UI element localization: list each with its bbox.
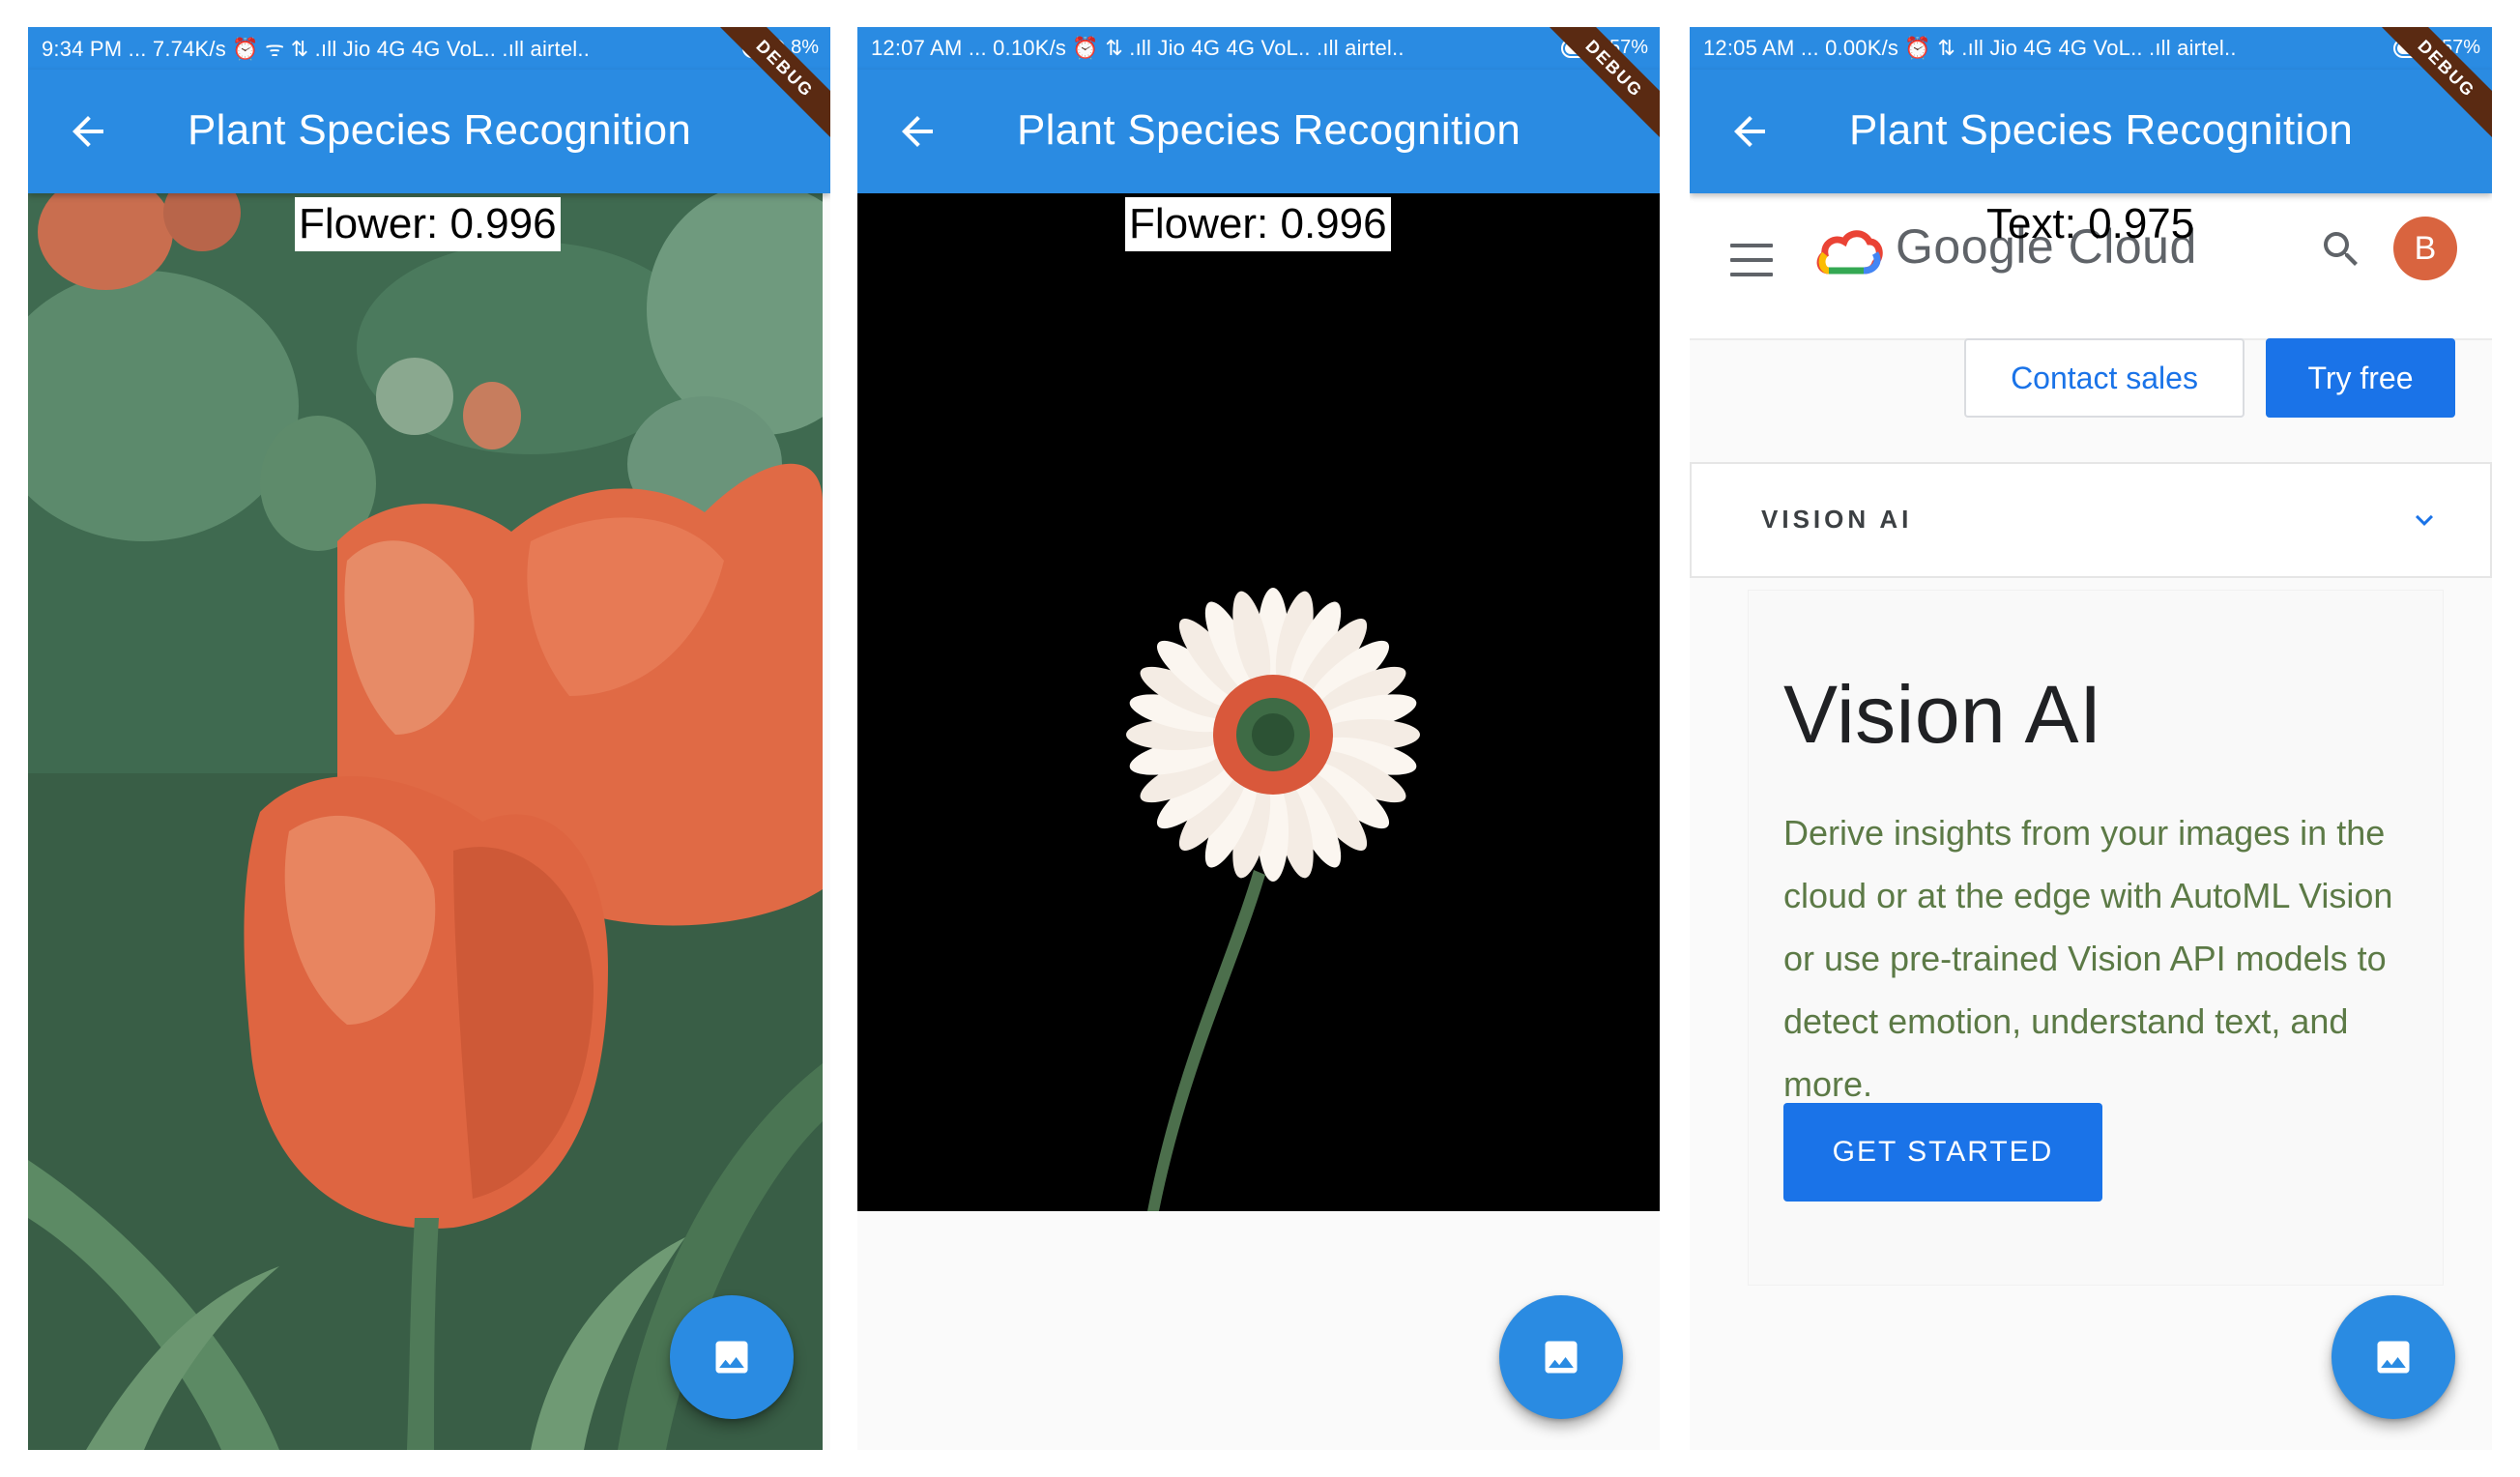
chevron-down-icon [2416,514,2433,526]
search-icon[interactable] [2318,226,2364,273]
app-bar: Plant Species Recognition [28,70,830,193]
accordion-label: VISION AI [1761,505,1913,534]
selected-image-webpage: Google Cloud B Contact sales Try free VI… [1690,193,2492,1450]
avatar[interactable]: B [2393,217,2457,280]
pick-image-fab[interactable] [2332,1295,2455,1419]
recognition-result-label: Flower: 0.996 [1125,197,1391,251]
status-bar: 9:34 PM ... 7.74K/s ⏰ ᯤ ⇅ .ıll Jio 4G 4G… [28,27,830,70]
try-free-button[interactable]: Try free [2266,338,2455,418]
google-cloud-logo-icon [1816,230,1883,275]
app-bar: Plant Species Recognition [1690,70,2492,193]
phone-screen-webpage: 12:05 AM ... 0.00K/s ⏰ ⇅ .ıll Jio 4G 4G … [1690,27,2492,1450]
app-title: Plant Species Recognition [188,106,692,154]
phone-screen-tulip: 9:34 PM ... 7.74K/s ⏰ ᯤ ⇅ .ıll Jio 4G 4G… [28,27,830,1450]
recognition-result-label: Flower: 0.996 [295,197,561,251]
hero-title: Vision AI [1783,669,2102,760]
status-text: 12:05 AM ... 0.00K/s ⏰ ⇅ .ıll Jio 4G 4G … [1703,36,2237,60]
image-icon [1545,1341,1578,1374]
arrow-left-icon[interactable] [894,108,941,155]
hero-card: Vision AI Derive insights from your imag… [1748,590,2444,1286]
selected-image-daisy [857,193,1660,1211]
hero-description: Derive insights from your images in the … [1783,813,2393,1104]
app-bar: Plant Species Recognition [857,70,1660,193]
vision-ai-accordion[interactable]: VISION AI [1690,462,2492,578]
selected-image-tulip [28,193,823,1450]
recognition-result-label: Text: 0.975 [1986,200,2195,247]
pick-image-fab[interactable] [670,1295,794,1419]
pick-image-fab[interactable] [1499,1295,1623,1419]
status-text: 9:34 PM ... 7.74K/s ⏰ ᯤ ⇅ .ıll Jio 4G 4G… [42,37,591,61]
phone-screen-daisy: 12:07 AM ... 0.10K/s ⏰ ⇅ .ıll Jio 4G 4G … [857,27,1660,1450]
app-title: Plant Species Recognition [1017,106,1521,154]
image-icon [715,1341,748,1374]
arrow-left-icon[interactable] [1726,108,1773,155]
arrow-left-icon[interactable] [65,108,111,155]
image-icon [2377,1341,2410,1374]
status-text: 12:07 AM ... 0.10K/s ⏰ ⇅ .ıll Jio 4G 4G … [871,36,1405,60]
contact-sales-button[interactable]: Contact sales [1964,338,2245,418]
status-bar: 12:07 AM ... 0.10K/s ⏰ ⇅ .ıll Jio 4G 4G … [857,27,1660,70]
get-started-button[interactable]: GET STARTED [1783,1103,2102,1202]
app-title: Plant Species Recognition [1849,106,2354,154]
status-bar: 12:05 AM ... 0.00K/s ⏰ ⇅ .ıll Jio 4G 4G … [1690,27,2492,70]
hamburger-icon[interactable] [1730,244,1773,276]
